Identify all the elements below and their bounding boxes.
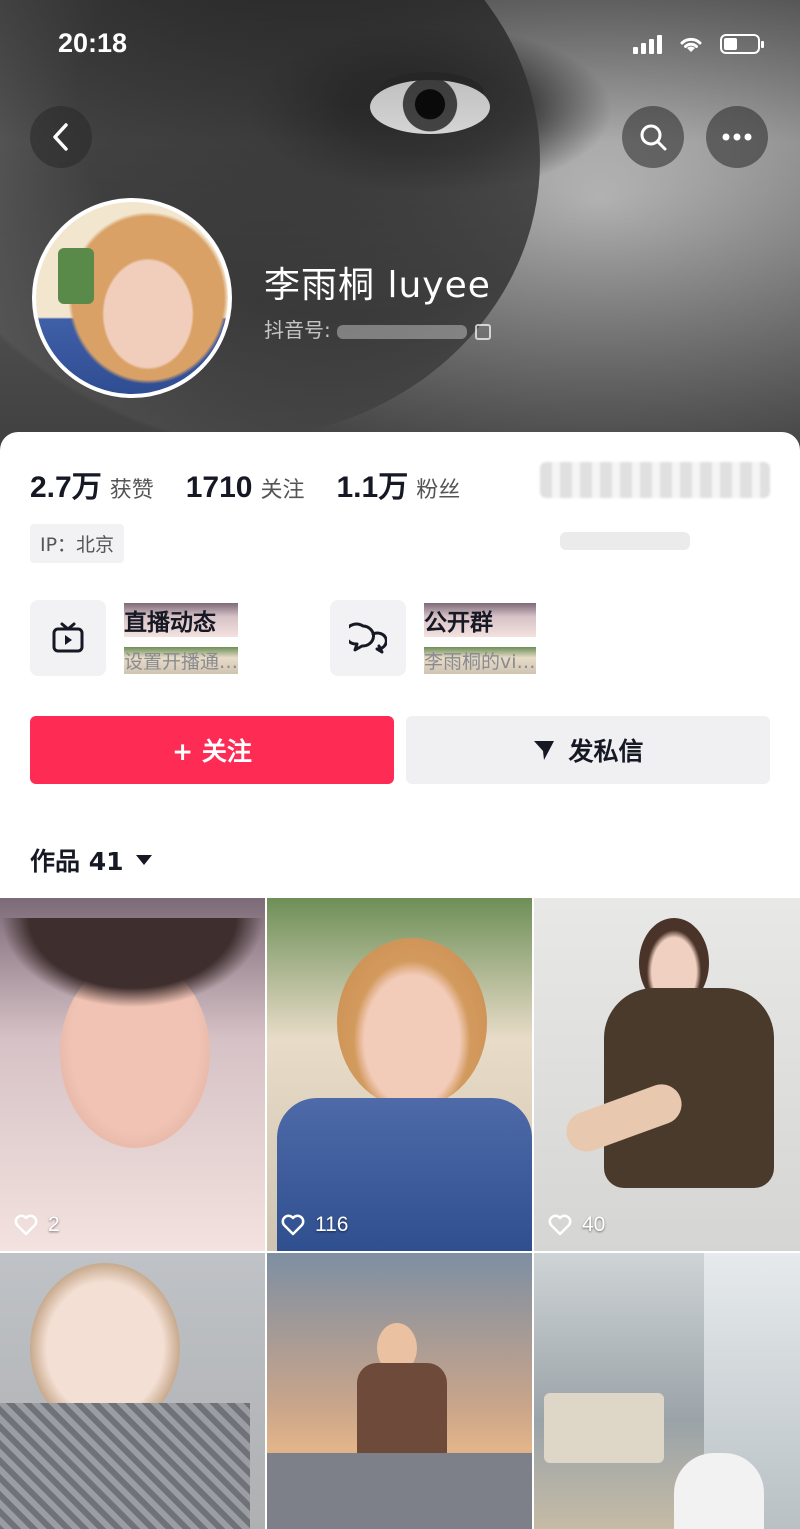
video-tile[interactable] <box>0 1253 265 1529</box>
stat-following-value: 1710 <box>185 471 253 504</box>
caret-down-icon <box>135 855 152 865</box>
signal-icon <box>633 34 662 54</box>
video-thumbnail-towel <box>674 1453 764 1529</box>
heart-icon <box>14 1214 38 1236</box>
works-title: 作品 41 <box>30 847 124 876</box>
video-tile[interactable] <box>534 1253 800 1529</box>
stat-following-label: 关注 <box>260 478 305 503</box>
profile-id: 抖音号: <box>264 314 491 343</box>
message-button-label: 发私信 <box>568 737 644 766</box>
search-icon <box>640 124 667 151</box>
wifi-icon <box>680 37 702 52</box>
more-button[interactable] <box>706 106 768 168</box>
group-feature-title: 公开群 <box>424 602 536 637</box>
video-thumbnail-hoodie <box>604 988 774 1188</box>
video-tile[interactable]: 40 <box>534 898 800 1251</box>
stat-following[interactable]: 1710 关注 <box>186 471 305 505</box>
stats-row: 2.7万 获赞 1710 关注 1.1万 粉丝 <box>30 462 492 506</box>
live-feature-title: 直播动态 <box>124 602 239 637</box>
video-tile[interactable]: 2 <box>0 898 265 1251</box>
chevron-left-icon <box>53 123 68 151</box>
more-dots-icon <box>722 133 752 141</box>
blurred-text <box>540 462 770 498</box>
video-tile[interactable]: 116 <box>267 898 532 1251</box>
video-thumbnail-sweater <box>0 1403 250 1529</box>
like-count: 40 <box>548 1213 605 1237</box>
video-thumbnail-sink <box>544 1393 664 1463</box>
profile-id-value-blurred <box>336 324 467 339</box>
like-count: 2 <box>14 1213 60 1237</box>
battery-icon <box>720 34 764 54</box>
message-button[interactable]: 发私信 <box>406 716 770 784</box>
back-button[interactable] <box>30 106 92 168</box>
profile-name: 李雨桐 luyee <box>264 265 491 306</box>
chat-bubbles-icon <box>330 600 406 676</box>
stat-followers-label: 粉丝 <box>416 478 461 503</box>
heart-icon <box>548 1214 572 1236</box>
follow-button[interactable]: + 关注 <box>30 716 394 784</box>
stat-likes-value: 2.7万 <box>30 471 102 504</box>
video-grid: 2 116 40 <box>0 898 800 1529</box>
like-count: 116 <box>281 1213 348 1237</box>
live-feature[interactable]: 直播动态 设置开播通… <box>30 600 239 676</box>
stat-followers[interactable]: 1.1万 粉丝 <box>337 462 461 506</box>
stat-likes[interactable]: 2.7万 获赞 <box>30 462 154 506</box>
group-feature-subtitle: 李雨桐的vi… <box>424 646 536 674</box>
ip-location-tag: IP：北京 <box>30 524 125 563</box>
stat-followers-value: 1.1万 <box>336 471 409 504</box>
video-thumbnail <box>337 938 487 1108</box>
works-tab[interactable]: 作品 41 <box>30 842 152 878</box>
status-icons <box>633 34 764 54</box>
copy-icon[interactable] <box>474 323 491 340</box>
heart-icon <box>281 1214 305 1236</box>
profile-card: 2.7万 获赞 1710 关注 1.1万 粉丝 IP：北京 直播动态 设置开播通… <box>0 432 800 1529</box>
stat-likes-label: 获赞 <box>109 478 154 503</box>
video-tile[interactable] <box>267 1253 532 1529</box>
like-count-value: 116 <box>315 1213 349 1236</box>
profile-id-label: 抖音号: <box>264 318 331 342</box>
avatar-toy <box>58 248 94 304</box>
blurred-text <box>560 532 690 550</box>
status-time: 20:18 <box>58 28 128 58</box>
like-count-value: 40 <box>582 1213 606 1236</box>
tv-icon <box>30 600 106 676</box>
avatar[interactable] <box>32 198 232 398</box>
live-feature-subtitle: 设置开播通… <box>124 646 239 674</box>
video-thumbnail-hair <box>0 918 265 1008</box>
video-thumbnail-wall <box>267 1453 532 1529</box>
group-feature[interactable]: 公开群 李雨桐的vi… <box>330 600 536 676</box>
send-icon <box>534 741 555 760</box>
like-count-value: 2 <box>48 1213 60 1236</box>
search-button[interactable] <box>622 106 684 168</box>
video-thumbnail-coat <box>357 1363 447 1463</box>
